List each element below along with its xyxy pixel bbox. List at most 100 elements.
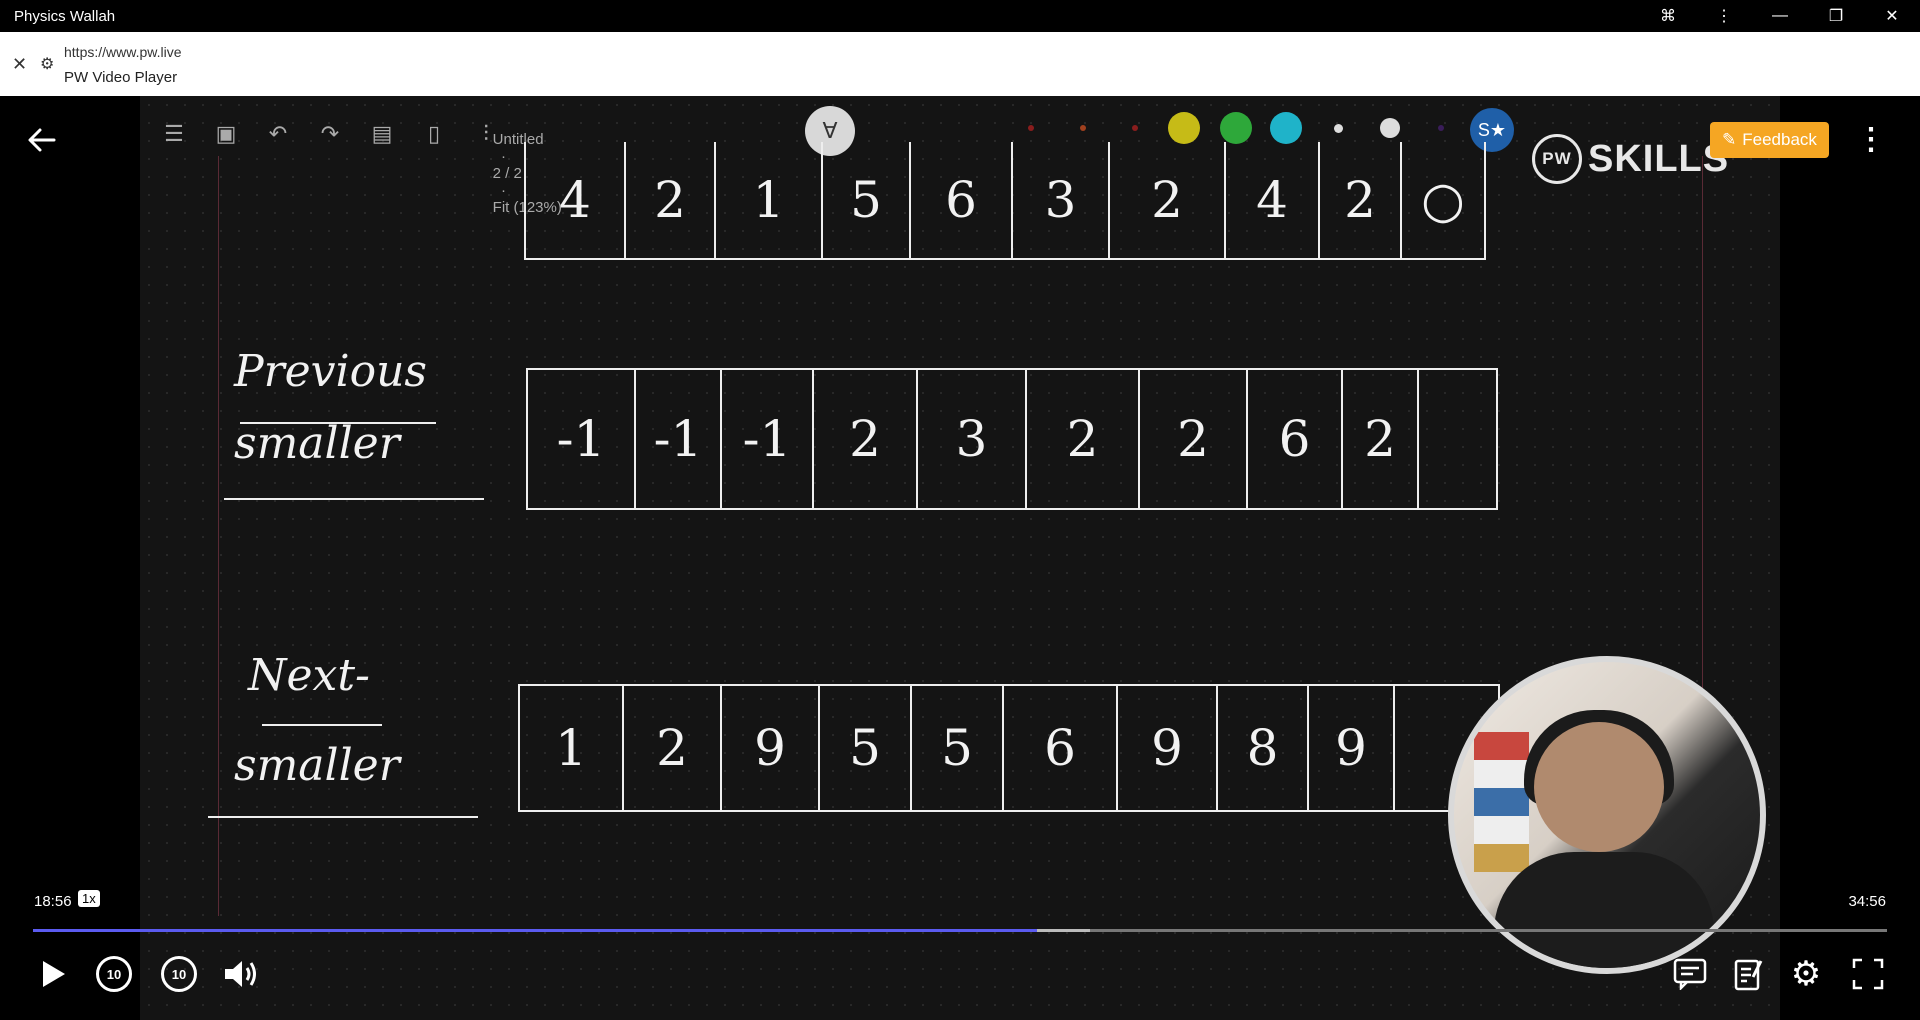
color-dot-purple <box>1438 125 1444 131</box>
array-cell: 3 <box>1011 142 1108 258</box>
array-cell: 1 <box>714 142 821 258</box>
page-name: PW Video Player <box>64 69 178 86</box>
array-cell: ○ <box>1400 142 1486 258</box>
chat-icon <box>1673 958 1707 990</box>
previous-smaller-row: -1 -1 -1 2 3 2 2 6 2 <box>526 368 1498 510</box>
smaller-label: smaller <box>234 418 400 469</box>
translate-icon[interactable]: ⌘ <box>1640 0 1696 32</box>
array-cell: -1 <box>526 370 634 508</box>
address-bar: ✕ ⚙ https://www.pw.live PW Video Player <box>0 32 1920 96</box>
fullscreen-icon <box>1852 958 1884 990</box>
array-cell: 8 <box>1216 686 1307 810</box>
notes-button[interactable] <box>1726 952 1770 996</box>
array-cell: 6 <box>1002 686 1116 810</box>
video-player[interactable]: ☰ ▣ ↶ ↷ ▤ ▯ ⫶ Untitled · 2 / 2 · Fit (12… <box>0 96 1920 1020</box>
array-cell: 3 <box>916 370 1025 508</box>
label-underline <box>262 724 382 726</box>
gear-icon: ⚙ <box>1790 955 1822 993</box>
margin-line-left <box>218 156 219 916</box>
played-bar <box>33 929 1037 932</box>
back-arrow-icon[interactable] <box>24 122 60 158</box>
array-cell: 9 <box>720 686 818 810</box>
rewind-icon: 10 <box>96 956 132 992</box>
color-dot-red <box>1028 125 1034 131</box>
notes-icon <box>1734 959 1763 991</box>
pw-skills-logo: PW SKILLS <box>1532 134 1729 184</box>
settings-button[interactable]: ⚙ <box>1784 952 1828 996</box>
current-time: 18:56 <box>34 893 72 910</box>
next-label: Next- <box>248 650 370 701</box>
array-cell: 5 <box>821 142 909 258</box>
volume-button[interactable] <box>220 952 264 996</box>
next-label-text: Next <box>248 650 356 701</box>
forward-10-button[interactable]: 10 <box>157 952 201 996</box>
redo-icon: ↷ <box>320 121 340 146</box>
close-icon[interactable]: ✕ <box>12 54 27 75</box>
smaller-label: smaller <box>234 740 400 791</box>
swatch-cyan <box>1270 112 1302 144</box>
color-dot-darkred <box>1132 125 1138 131</box>
progress-bar[interactable] <box>33 929 1887 932</box>
instructor-webcam <box>1448 656 1766 974</box>
chat-button[interactable] <box>1668 952 1712 996</box>
array-cell: 2 <box>622 686 720 810</box>
color-dot-orange <box>1080 125 1086 131</box>
swatch-green <box>1220 112 1252 144</box>
array-cell: 5 <box>818 686 910 810</box>
label-underline <box>208 816 478 818</box>
size-dot-small <box>1334 124 1343 133</box>
window-title: Physics Wallah <box>14 7 116 25</box>
duration: 34:56 <box>1848 893 1886 910</box>
array-cell: 9 <box>1307 686 1393 810</box>
page-icon: ▯ <box>427 121 441 146</box>
page-indicator: 2 / 2 <box>492 165 522 182</box>
rewind-10-button[interactable]: 10 <box>92 952 136 996</box>
window-titlebar: Physics Wallah ⌘ ⋮ — ❐ ✕ <box>0 0 1920 32</box>
next-smaller-row: 1 2 9 5 5 6 9 8 9 <box>518 684 1500 812</box>
fullscreen-button[interactable] <box>1846 952 1890 996</box>
save-icon: ▣ <box>215 121 237 146</box>
array-cell: 6 <box>909 142 1011 258</box>
restore-button[interactable]: ❐ <box>1808 0 1864 32</box>
array-cell: 2 <box>624 142 714 258</box>
more-options-icon[interactable]: ⋮ <box>1696 0 1752 32</box>
site-settings-icon[interactable]: ⚙ <box>40 54 54 74</box>
player-menu-icon[interactable]: ⋮ <box>1856 122 1886 157</box>
volume-icon <box>225 961 256 987</box>
feedback-button[interactable]: ✎ Feedback <box>1710 122 1829 158</box>
play-button[interactable] <box>30 952 74 996</box>
previous-label: Previous <box>234 346 428 397</box>
clipboard-icon: ▤ <box>371 121 393 146</box>
array-cell: -1 <box>634 370 720 508</box>
array-cell: 4 <box>1224 142 1318 258</box>
undo-icon: ↶ <box>268 121 288 146</box>
array-cell: 1 <box>518 686 622 810</box>
array-cell: 2 <box>1318 142 1400 258</box>
label-underline <box>224 498 484 500</box>
url-text[interactable]: https://www.pw.live <box>64 44 182 60</box>
array-cell: 2 <box>812 370 916 508</box>
array-cell: 2 <box>1108 142 1224 258</box>
swatch-yellow <box>1168 112 1200 144</box>
size-dot-large <box>1380 118 1400 138</box>
minimize-button[interactable]: — <box>1752 0 1808 32</box>
array-cell: 2 <box>1138 370 1246 508</box>
array-cell <box>1417 370 1498 508</box>
bookshelf <box>1474 732 1529 872</box>
instructor-face <box>1534 722 1664 852</box>
menu-icon: ☰ <box>164 121 184 146</box>
speed-badge[interactable]: 1x <box>78 890 100 907</box>
array-cell: 6 <box>1246 370 1341 508</box>
top-array-row: 4 2 1 5 6 3 2 4 2 ○ <box>524 142 1486 260</box>
array-cell: -1 <box>720 370 812 508</box>
close-window-button[interactable]: ✕ <box>1864 0 1920 32</box>
logo-text: SKILLS <box>1588 137 1730 180</box>
edit-icon: ✎ <box>1722 130 1737 149</box>
play-icon <box>43 961 65 987</box>
array-cell: 9 <box>1116 686 1216 810</box>
pw-badge: PW <box>1532 134 1582 184</box>
forward-icon: 10 <box>161 956 197 992</box>
array-cell: 5 <box>910 686 1002 810</box>
array-cell: 4 <box>524 142 624 258</box>
array-cell: 2 <box>1341 370 1417 508</box>
